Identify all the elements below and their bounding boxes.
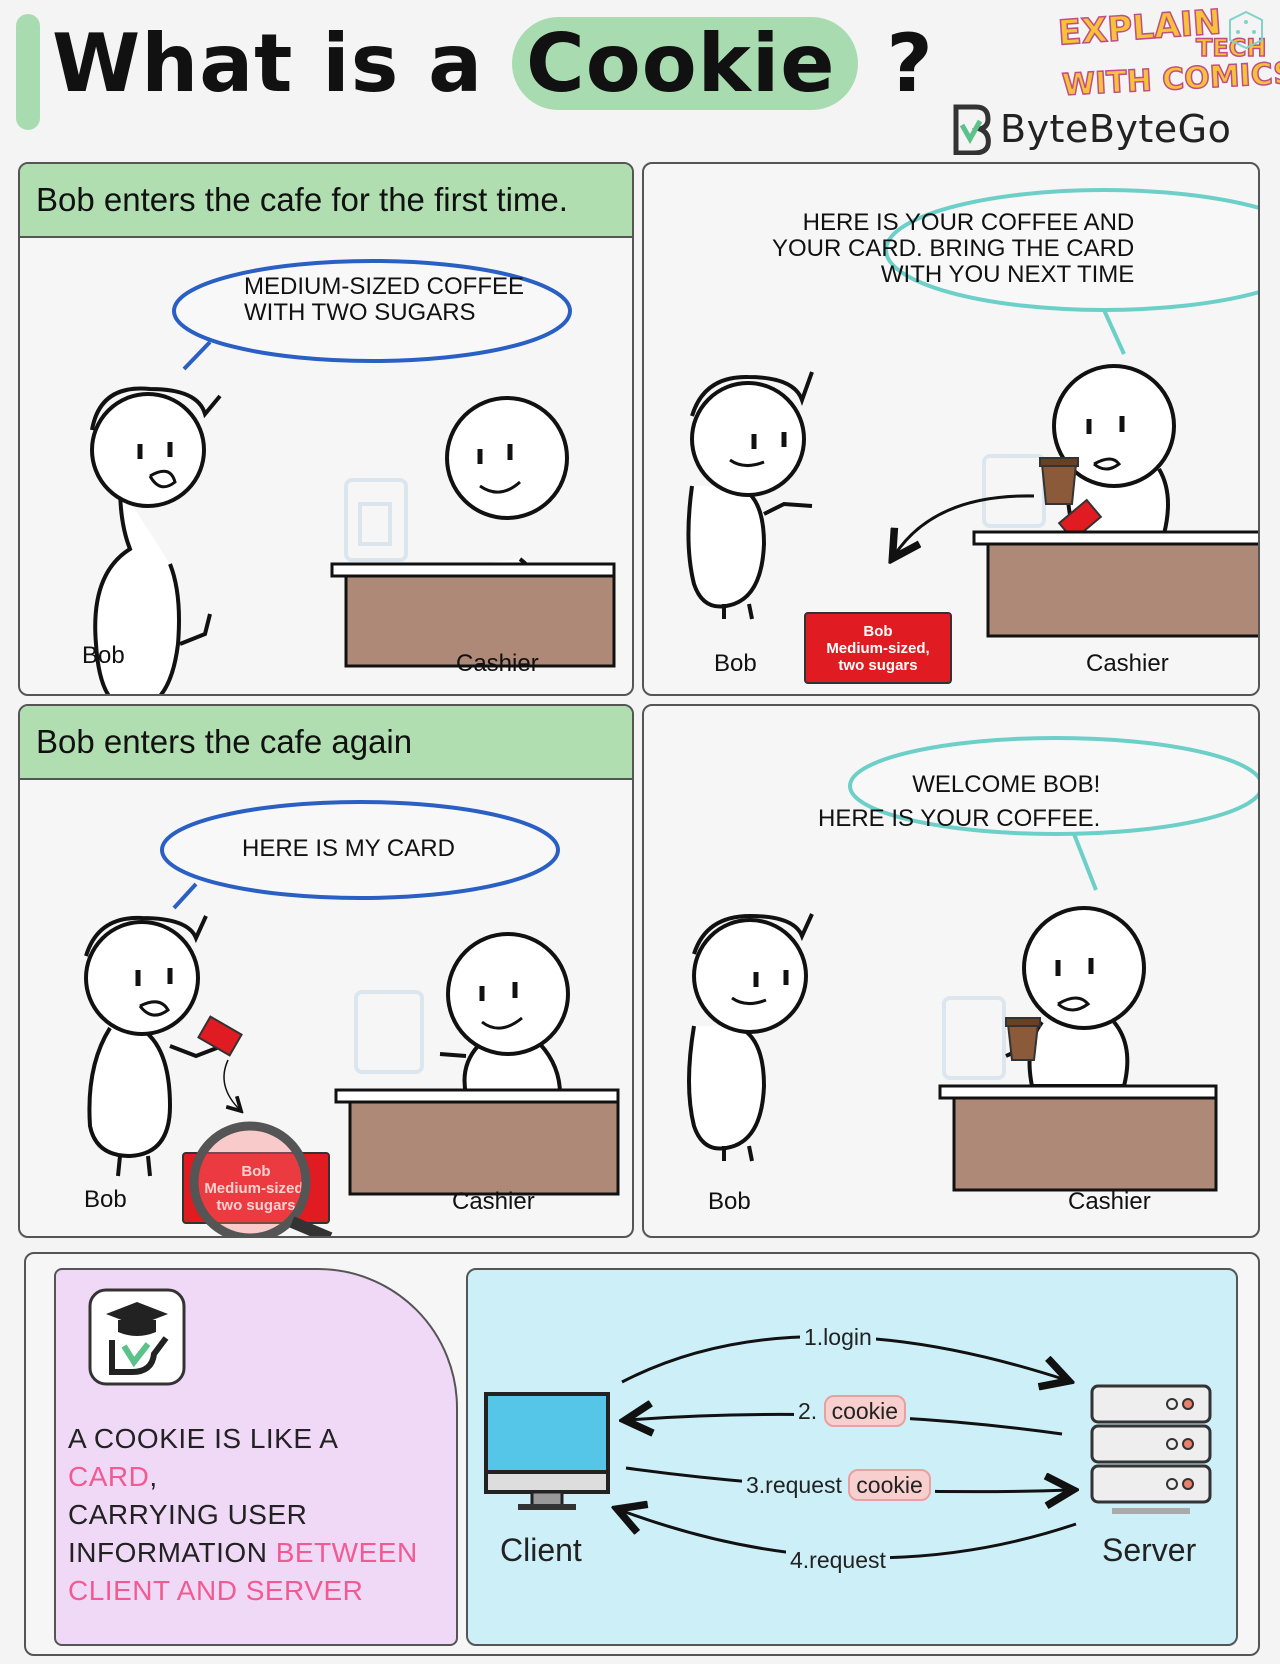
title-accent-bar (16, 14, 40, 130)
summary-line-4: INFORMATION (68, 1537, 268, 1568)
cookie-card: Bob Medium-sized, two sugars (804, 612, 952, 684)
bytebytego-brand: ByteByteGo (950, 98, 1231, 160)
step-2-number: 2. (798, 1398, 818, 1424)
card-detail-2: two sugars (838, 656, 918, 674)
step-2-cookie-badge: cookie (823, 1395, 907, 1427)
title-highlight: Cookie (512, 17, 858, 110)
bob-figure (686, 371, 814, 620)
step-2-label: 2. cookie (794, 1395, 911, 1427)
comic-panel-4: WELCOME BOB! HERE IS YOUR COFFEE. Bob Ca… (642, 704, 1260, 1238)
title-prefix: What is a (52, 17, 484, 110)
dice-icon (1229, 10, 1263, 50)
cashier-figure (1052, 364, 1176, 536)
summary-comma: , (149, 1461, 158, 1492)
panel-1-bob-label: Bob (82, 642, 125, 669)
panel-4-bob-label: Bob (708, 1188, 751, 1215)
panel-2-cashier-label: Cashier (1086, 650, 1169, 677)
summary-text: A COOKIE IS LIKE A CARD, CARRYING USER I… (68, 1420, 418, 1610)
card-detail-1: Medium-sized, (826, 639, 930, 657)
server-icon (1090, 1384, 1212, 1514)
desk (348, 1100, 620, 1196)
graduate-owl-icon (88, 1288, 186, 1386)
bytebytego-logo-icon (953, 104, 991, 155)
step-1-label: 1.login (800, 1324, 876, 1351)
step-3-label: 3.request cookie (742, 1469, 935, 1501)
desk (986, 542, 1258, 638)
comic-panel-1: Bob enters the cafe for the first time. … (18, 162, 634, 696)
explain-tech-with-comics-logo: EXPLAIN TECH WITH COMICS (1056, 2, 1280, 108)
card-name: Bob (863, 622, 893, 640)
panel-3-speech-text: HERE IS MY CARD (242, 835, 455, 862)
panel-2-bob-label: Bob (714, 650, 757, 677)
coffee-cup-icon (1006, 1023, 1040, 1061)
monitor-icon (484, 1392, 610, 1510)
panel-4-speech-text: WELCOME BOB! HERE IS YOUR COFFEE. (818, 771, 1101, 832)
desk (952, 1096, 1218, 1192)
panel-1-illustration (90, 259, 616, 694)
comic-panel-2: HERE IS YOUR COFFEE AND YOUR CARD. BRING… (642, 162, 1260, 696)
summary-highlight-card: CARD (68, 1461, 150, 1492)
title-suffix: ? (886, 17, 934, 110)
panel-4-cashier-label: Cashier (1068, 1188, 1151, 1215)
summary-highlight-between: BETWEEN (275, 1537, 418, 1568)
panel-3-bob-label: Bob (84, 1186, 127, 1213)
step-3-text: 3.request (746, 1472, 842, 1498)
step-3-cookie-badge: cookie (848, 1469, 931, 1501)
summary-highlight-client-server: CLIENT AND SERVER (68, 1575, 364, 1606)
desk-top (330, 562, 616, 578)
panel-2-speech-text: HERE IS YOUR COFFEE AND YOUR CARD. BRING… (772, 209, 1135, 288)
page-title: What is a Cookie ? (52, 14, 934, 114)
panel-1-speech-text: MEDIUM-SIZED COFFEE WITH TWO SUGARS (244, 273, 524, 326)
client-label: Client (500, 1532, 582, 1568)
server-label: Server (1102, 1532, 1197, 1568)
summary-line-1: A COOKIE IS LIKE A (68, 1423, 339, 1454)
bob-figure (687, 913, 814, 1162)
card-icon (197, 1015, 243, 1057)
logo-line-with-comics: WITH COMICS (1060, 55, 1280, 104)
cashier-figure (439, 932, 570, 1096)
coffee-cup-icon (1040, 463, 1078, 505)
panel-3-cashier-label: Cashier (452, 1188, 535, 1215)
magnifying-glass-icon (189, 1121, 333, 1236)
step-4-label: 4.request (786, 1547, 890, 1574)
company-name: ByteByteGo (1000, 107, 1232, 151)
comic-panel-3: Bob enters the cafe again HERE IS MY CAR… (18, 704, 634, 1238)
panel-1-cashier-label: Cashier (456, 650, 539, 677)
summary-line-3: CARRYING USER (68, 1499, 308, 1530)
